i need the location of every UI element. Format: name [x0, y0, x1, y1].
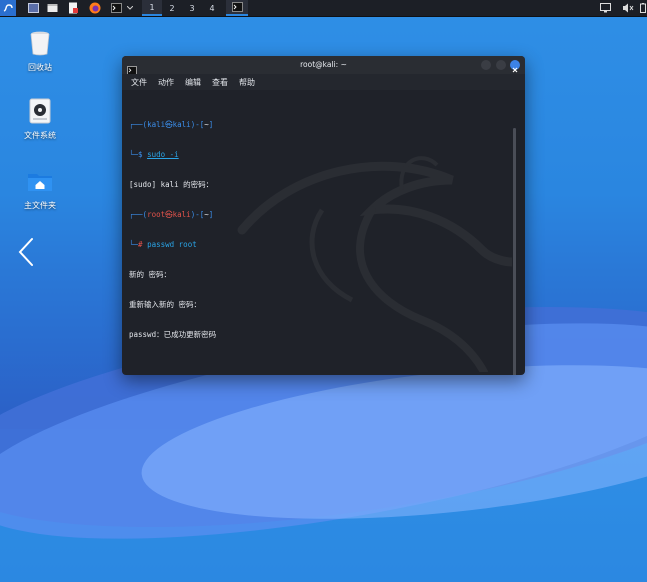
maximize-button[interactable]	[496, 60, 506, 70]
chevron-left-icon[interactable]	[17, 237, 35, 271]
minimize-button[interactable]	[481, 60, 491, 70]
taskbar-terminal-window[interactable]	[226, 0, 248, 16]
menu-bar: 文件 动作 编辑 查看 帮助	[122, 74, 525, 90]
terminal-output: ┌──(kali㉿kali)-[~] └─$ sudo -i [sudo] ka…	[129, 100, 216, 375]
prompt-user: kali	[147, 120, 166, 129]
drive-icon	[27, 98, 53, 124]
workspace-2[interactable]: 2	[162, 0, 182, 16]
file-manager-icon[interactable]	[45, 0, 59, 16]
desktop-icon-trash[interactable]: 回收站	[10, 30, 70, 73]
menu-actions[interactable]: 动作	[158, 77, 174, 88]
command-text: sudo -i	[147, 150, 179, 159]
chevron-down-icon[interactable]	[125, 0, 135, 16]
window-title: root@kali: ~	[300, 60, 347, 69]
prompt-host: kali	[172, 120, 191, 129]
show-desktop-icon[interactable]	[26, 0, 40, 16]
desktop-icon-label: 主文件夹	[24, 201, 56, 210]
desktop-icon-label: 回收站	[28, 63, 52, 72]
scrollbar[interactable]	[513, 128, 516, 375]
output-line: 新的 密码：	[129, 270, 172, 279]
desktop-icon-label: 文件系统	[24, 131, 56, 140]
workspace-4[interactable]: 4	[202, 0, 222, 16]
menu-help[interactable]: 帮助	[239, 77, 255, 88]
taskbar: 1 2 3 4	[0, 0, 647, 17]
prompt-user: root	[147, 210, 166, 219]
desktop-icon-home[interactable]: 主文件夹	[10, 168, 70, 211]
desktop-icon-filesystem[interactable]: 文件系统	[10, 98, 70, 141]
prompt-host: kali	[172, 210, 191, 219]
text-editor-icon[interactable]	[66, 0, 80, 16]
terminal-content[interactable]: ┌──(kali㉿kali)-[~] └─$ sudo -i [sudo] ka…	[122, 90, 525, 375]
close-button[interactable]	[510, 60, 520, 73]
firefox-icon[interactable]	[88, 0, 102, 16]
output-line: 重新输入新的 密码：	[129, 300, 202, 309]
window-titlebar[interactable]: root@kali: ~	[122, 56, 525, 75]
scrollbar-thumb[interactable]	[513, 128, 516, 375]
terminal-window[interactable]: root@kali: ~ 文件 动作 编辑 查看 帮助 ┌──(kali㉿kal…	[122, 56, 525, 375]
menu-file[interactable]: 文件	[131, 77, 147, 88]
output-line: passwd：已成功更新密码	[129, 330, 217, 339]
menu-view[interactable]: 查看	[212, 77, 228, 88]
volume-muted-icon[interactable]	[621, 0, 635, 16]
workspace-1[interactable]: 1	[142, 0, 162, 16]
screen-icon[interactable]	[598, 0, 612, 16]
kali-menu-icon[interactable]	[0, 0, 16, 16]
home-folder-icon	[27, 168, 53, 194]
kali-dragon-icon	[237, 156, 512, 372]
command-text: passwd root	[147, 240, 197, 249]
trash-icon	[27, 30, 53, 56]
output-line: [sudo] kali 的密码：	[129, 180, 214, 189]
terminal-launcher-icon[interactable]	[109, 0, 123, 16]
battery-icon[interactable]	[638, 0, 647, 16]
menu-edit[interactable]: 编辑	[185, 77, 201, 88]
workspace-3[interactable]: 3	[182, 0, 202, 16]
